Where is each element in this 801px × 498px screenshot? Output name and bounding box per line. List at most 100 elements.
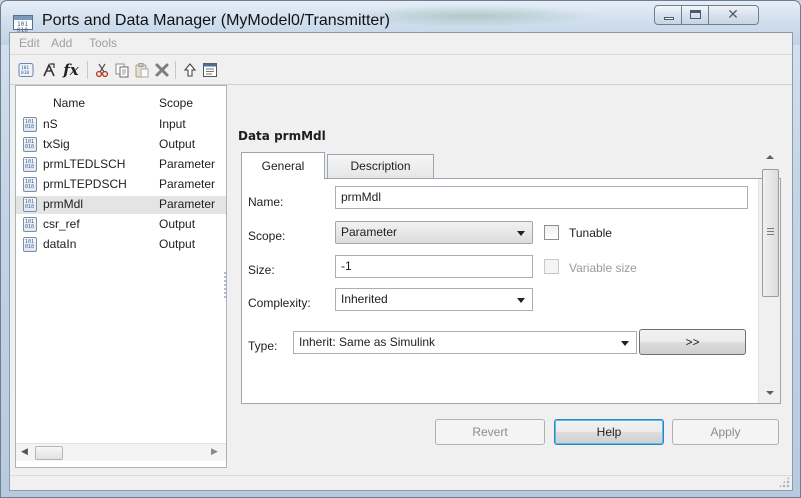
property-sheet-icon[interactable] bbox=[200, 60, 220, 80]
list-header: Name Scope bbox=[16, 86, 226, 116]
list-item[interactable]: 101 010 nS Input bbox=[16, 116, 226, 134]
fx-label: fx bbox=[63, 61, 79, 79]
close-icon: ✕ bbox=[727, 7, 739, 23]
scope-label: Scope: bbox=[248, 229, 286, 243]
tab-general[interactable]: General bbox=[241, 152, 325, 179]
list-item-name: dataIn bbox=[43, 237, 77, 251]
toolbar-separator bbox=[175, 61, 176, 79]
splitter-grip[interactable] bbox=[224, 272, 226, 300]
menu-bar: Edit Add Tools bbox=[10, 33, 792, 54]
general-tab-panel: Name: prmMdl Scope: Parameter Tunable Si… bbox=[241, 178, 781, 404]
scroll-thumb-vertical[interactable] bbox=[762, 169, 779, 297]
scroll-left-icon[interactable]: ◀ bbox=[21, 447, 28, 457]
scroll-right-icon[interactable]: ▶ bbox=[211, 447, 218, 457]
list-item-name: txSig bbox=[43, 137, 70, 151]
maximize-icon bbox=[690, 10, 701, 19]
menu-tools[interactable]: Tools bbox=[89, 36, 117, 50]
list-item-name: nS bbox=[43, 117, 58, 131]
app-icon[interactable]: 101 010 bbox=[13, 15, 33, 34]
data-icon: 101 010 bbox=[23, 217, 37, 232]
name-field[interactable]: prmMdl bbox=[335, 186, 748, 209]
move-up-icon[interactable] bbox=[180, 60, 200, 80]
vertical-scrollbar[interactable] bbox=[758, 155, 780, 403]
help-button[interactable]: Help bbox=[554, 419, 664, 445]
toolbar: 101 010 fx bbox=[10, 55, 792, 85]
resize-grip[interactable] bbox=[778, 476, 790, 488]
variable-size-checkbox[interactable] bbox=[544, 259, 559, 274]
size-field[interactable]: -1 bbox=[335, 255, 533, 278]
list-item[interactable]: 101 010 prmMdl Parameter bbox=[16, 196, 226, 214]
variable-size-label[interactable]: Variable size bbox=[569, 261, 637, 275]
list-item-scope: Output bbox=[159, 237, 196, 251]
revert-button[interactable]: Revert bbox=[435, 419, 545, 445]
complexity-label: Complexity: bbox=[248, 296, 311, 310]
tab-description[interactable]: Description bbox=[327, 154, 434, 179]
list-item-scope: Input bbox=[159, 117, 186, 131]
tunable-label[interactable]: Tunable bbox=[569, 226, 612, 240]
toolbar-separator bbox=[87, 61, 88, 79]
list-item-scope: Output bbox=[159, 217, 196, 231]
status-bar bbox=[10, 475, 792, 489]
data-heading: Data prmMdl bbox=[238, 129, 326, 143]
cut-icon[interactable] bbox=[92, 60, 112, 80]
data-icon: 101 010 bbox=[23, 157, 37, 172]
chevron-down-icon bbox=[517, 298, 525, 303]
type-value: Inherit: Same as Simulink bbox=[299, 335, 436, 349]
chevron-down-icon bbox=[621, 341, 629, 346]
list-item-name: csr_ref bbox=[43, 217, 80, 231]
complexity-dropdown[interactable]: Inherited bbox=[335, 288, 533, 311]
list-item[interactable]: 101 010 prmLTEPDSCH Parameter bbox=[16, 176, 226, 194]
data-icon: 101 010 bbox=[23, 117, 37, 132]
app-icon-bar bbox=[14, 16, 32, 20]
data-icon: 101 010 bbox=[23, 237, 37, 252]
list-item-name: prmLTEDLSCH bbox=[43, 157, 126, 171]
scope-dropdown[interactable]: Parameter bbox=[335, 221, 533, 244]
paste-icon[interactable] bbox=[132, 60, 152, 80]
list-item-scope: Output bbox=[159, 137, 196, 151]
data-icon: 101 010 bbox=[23, 197, 37, 212]
add-data-icon[interactable]: 101 010 bbox=[16, 60, 36, 80]
horizontal-scrollbar[interactable]: ◀ ▶ bbox=[16, 443, 226, 461]
delete-icon[interactable] bbox=[152, 60, 172, 80]
window-title: Ports and Data Manager (MyModel0/Transmi… bbox=[42, 12, 390, 29]
column-header-scope[interactable]: Scope bbox=[159, 96, 193, 110]
type-label: Type: bbox=[248, 339, 278, 353]
size-label: Size: bbox=[248, 263, 275, 277]
type-dropdown[interactable]: Inherit: Same as Simulink bbox=[293, 331, 637, 354]
scroll-up-icon[interactable] bbox=[766, 155, 774, 159]
grip-icon bbox=[767, 228, 774, 235]
list-item[interactable]: 101 010 txSig Output bbox=[16, 136, 226, 154]
list-item[interactable]: 101 010 prmLTEDLSCH Parameter bbox=[16, 156, 226, 174]
list-item-name: prmLTEPDSCH bbox=[43, 177, 127, 191]
svg-text:010: 010 bbox=[21, 70, 29, 76]
data-icon: 101 010 bbox=[23, 137, 37, 152]
function-icon[interactable]: fx bbox=[59, 60, 83, 80]
maximize-button[interactable] bbox=[682, 5, 709, 25]
name-label: Name: bbox=[248, 195, 284, 209]
scroll-down-icon[interactable] bbox=[766, 391, 774, 395]
data-type-assistant-button[interactable]: >> bbox=[639, 329, 746, 355]
complexity-value: Inherited bbox=[341, 292, 388, 306]
menu-edit[interactable]: Edit bbox=[19, 36, 40, 50]
list-item-scope: Parameter bbox=[159, 157, 216, 171]
data-icon: 101 010 bbox=[23, 177, 37, 192]
scroll-thumb[interactable] bbox=[35, 446, 63, 460]
data-list[interactable]: Name Scope 101 010 nS Input 101 010 txSig Outpu… bbox=[15, 85, 227, 468]
window-frame: 101 010 Ports and Data Manager (MyModel0/… bbox=[0, 0, 801, 498]
chevron-down-icon bbox=[517, 231, 525, 236]
column-header-name[interactable]: Name bbox=[53, 96, 85, 110]
list-item-name: prmMdl bbox=[43, 197, 84, 211]
close-button[interactable]: ✕ bbox=[709, 5, 759, 25]
list-item[interactable]: 101 010 dataIn Output bbox=[16, 236, 226, 254]
menu-add[interactable]: Add bbox=[51, 36, 72, 50]
tunable-checkbox[interactable] bbox=[544, 225, 559, 240]
scope-value: Parameter bbox=[341, 225, 398, 239]
minimize-button[interactable] bbox=[654, 5, 682, 25]
copy-icon[interactable] bbox=[112, 60, 132, 80]
list-item[interactable]: 101 010 csr_ref Output bbox=[16, 216, 226, 234]
list-item-scope: Parameter bbox=[159, 197, 216, 211]
apply-button[interactable]: Apply bbox=[672, 419, 779, 445]
add-parameter-icon[interactable] bbox=[39, 60, 59, 80]
list-item-scope: Parameter bbox=[159, 177, 216, 191]
minimize-icon bbox=[664, 17, 674, 20]
